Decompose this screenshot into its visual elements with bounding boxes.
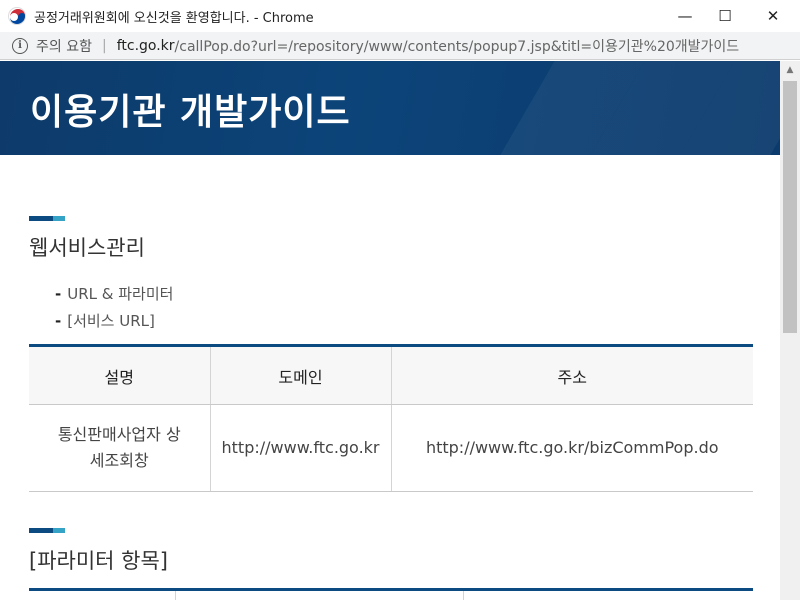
cell-domain: http://www.ftc.go.kr [210, 404, 392, 492]
cell-address: http://www.ftc.go.kr/bizCommPop.do [391, 404, 753, 492]
scrollbar-thumb[interactable] [783, 81, 797, 333]
service-url-table: 설명 도메인 주소 통신판매사업자 상 세조회창 http://www.ftc.… [29, 344, 753, 492]
parameter-table-divider [463, 591, 464, 600]
page-viewport: 이용기관 개발가이드 웹서비스관리 - URL & 파라미터 - [서비스 URL]… [0, 61, 800, 600]
maximize-button[interactable]: ☐ [702, 0, 748, 32]
page-banner: 이용기관 개발가이드 [0, 61, 780, 155]
address-separator: | [101, 37, 107, 54]
url-host[interactable]: ftc.go.kr [117, 38, 175, 54]
column-header-address: 주소 [391, 345, 753, 405]
list-item: - [서비스 URL] [55, 312, 155, 330]
close-button[interactable]: ✕ [750, 0, 796, 32]
parameter-table-top-border [29, 588, 753, 591]
column-header-domain: 도메인 [210, 345, 392, 405]
scroll-up-arrow-icon[interactable]: ▲ [780, 61, 800, 79]
bullet-text: [서비스 URL] [67, 312, 155, 330]
window-titlebar: 공정거래위원회에 오신것을 환영합니다. - Chrome — ☐ ✕ [0, 0, 800, 32]
window-title: 공정거래위원회에 오신것을 환영합니다. - Chrome [34, 10, 314, 26]
column-header-description: 설명 [29, 345, 211, 405]
close-icon: ✕ [766, 7, 780, 25]
table-row: 통신판매사업자 상 세조회창 http://www.ftc.go.kr http… [29, 404, 753, 492]
address-bar[interactable]: i 주의 요함 | ftc.go.kr /callPop.do?url=/rep… [0, 32, 800, 60]
description-line: 통신판매사업자 상 [57, 425, 181, 444]
page-title: 이용기관 개발가이드 [30, 92, 351, 133]
minimize-icon: — [677, 7, 693, 25]
info-icon[interactable]: i [12, 37, 28, 54]
section-marker [29, 216, 65, 221]
description-line: 세조회창 [89, 451, 149, 470]
section-marker [29, 528, 65, 533]
section-title-web-service: 웹서비스관리 [29, 236, 145, 260]
security-warning[interactable]: 주의 요함 [36, 36, 92, 56]
maximize-icon: ☐ [718, 7, 732, 25]
vertical-scrollbar[interactable]: ▲ [780, 61, 800, 600]
cell-description: 통신판매사업자 상 세조회창 [29, 404, 211, 492]
parameter-table-divider [175, 591, 176, 600]
bullet-text: URL & 파라미터 [67, 285, 174, 303]
korea-taegeuk-icon [8, 7, 26, 25]
section-title-parameters: [파라미터 항목] [29, 549, 168, 573]
table-header-row: 설명 도메인 주소 [29, 345, 753, 405]
list-item: - URL & 파라미터 [55, 285, 174, 303]
url-path[interactable]: /callPop.do?url=/repository/www/contents… [175, 36, 740, 56]
